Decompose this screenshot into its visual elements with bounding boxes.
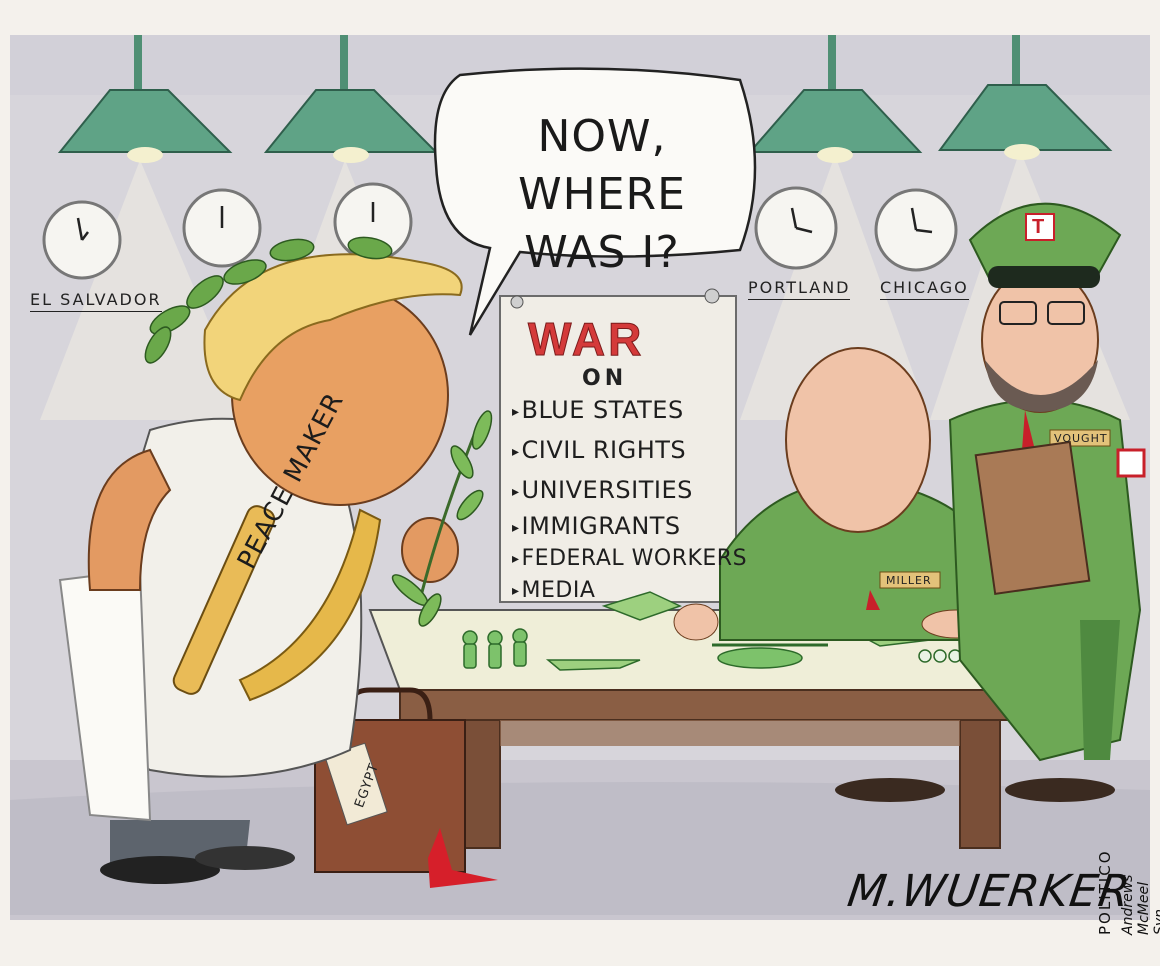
miller-tag-text: MILLER bbox=[886, 574, 932, 587]
clock-label-el-salvador: EL SALVADOR bbox=[30, 290, 162, 312]
vought-tag-text: VOUGHT bbox=[1054, 432, 1108, 445]
poster-item: IMMIGRANTS bbox=[512, 512, 681, 540]
wall-clock-el-salvador bbox=[42, 200, 122, 280]
credit-syndicate: Andrews McMeel Syn. bbox=[1120, 874, 1160, 935]
credit-outlet: POLITICO bbox=[1096, 849, 1114, 936]
poster-subtitle: ON bbox=[582, 366, 628, 391]
poster-item: CIVIL RIGHTS bbox=[512, 436, 686, 464]
artist-signature: M.WUERKER bbox=[844, 866, 1134, 917]
poster-item: BLUE STATES bbox=[512, 396, 684, 424]
poster-item: MEDIA bbox=[512, 578, 595, 603]
clock-label-portland: PORTLAND bbox=[748, 278, 851, 300]
wall-clock-chicago bbox=[874, 188, 958, 272]
clock-label-chicago: CHICAGO bbox=[880, 278, 969, 300]
cap-letter: T bbox=[1032, 216, 1046, 238]
poster-title: WAR bbox=[527, 313, 645, 366]
wall-clock-2 bbox=[182, 188, 262, 268]
wall-clock-portland bbox=[754, 186, 838, 270]
speech-bubble-text: NOW, WHERE WAS I? bbox=[452, 108, 752, 282]
poster-item: FEDERAL WORKERS bbox=[512, 546, 747, 571]
clipboard bbox=[974, 440, 1091, 595]
poster-item: UNIVERSITIES bbox=[512, 476, 693, 504]
speech-line-2: WAS I? bbox=[524, 227, 680, 278]
speech-line-1: NOW, WHERE bbox=[518, 111, 686, 220]
officer-boot bbox=[835, 778, 945, 802]
